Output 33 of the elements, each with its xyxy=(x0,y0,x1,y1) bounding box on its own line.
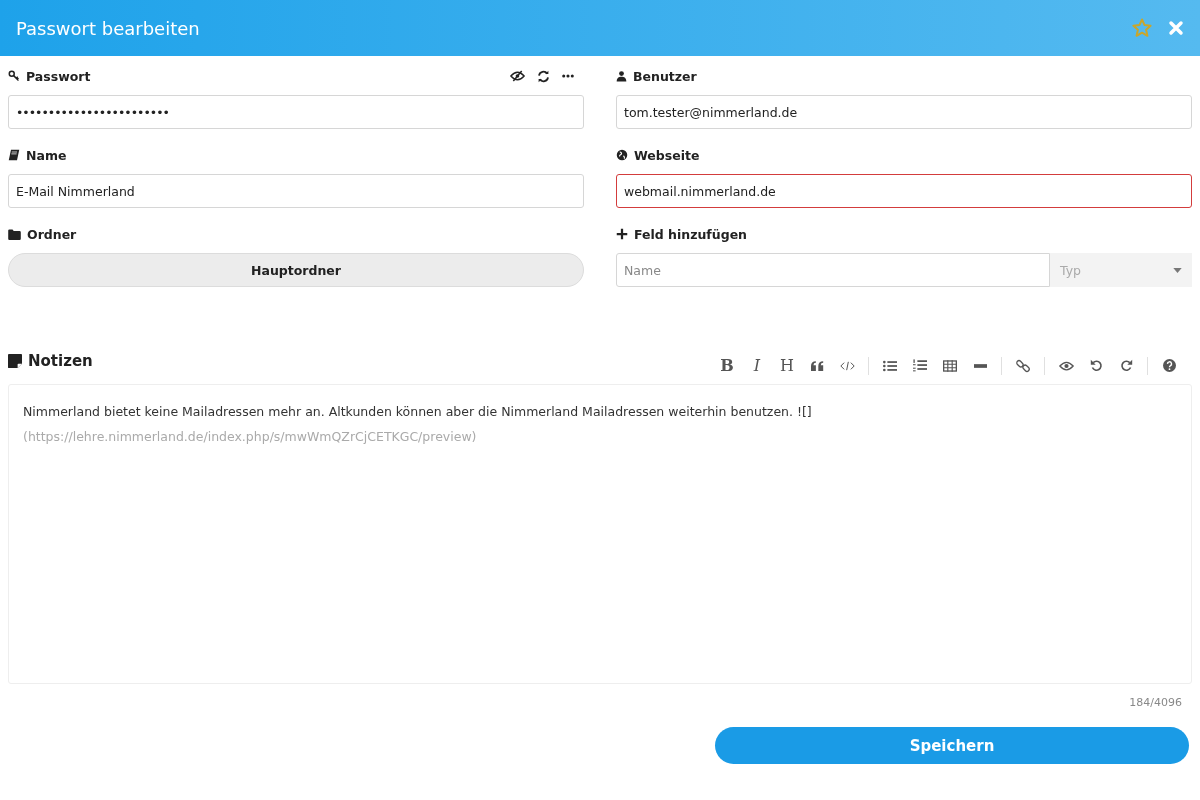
format-button[interactable]: B xyxy=(712,353,742,378)
format-button[interactable]: I xyxy=(742,353,772,378)
field-label: Name xyxy=(26,147,67,163)
note-icon xyxy=(8,354,22,368)
field-label: Benutzer xyxy=(633,68,697,84)
text-field[interactable]: E-Mail Nimmerland xyxy=(8,174,584,208)
key-icon xyxy=(8,70,20,82)
name-field[interactable]: Name xyxy=(616,253,1050,287)
more-icon[interactable] xyxy=(562,74,574,78)
password-field[interactable]: •••••••••••••••••••••••• xyxy=(8,95,584,129)
window-title: Passwort bearbeiten xyxy=(16,17,200,39)
markdown-link-text: (https://lehre.nimmerland.de/index.php/s/mwWmQZrCjCETKGC/preview) xyxy=(23,429,477,444)
user-icon xyxy=(616,70,627,82)
caret-icon xyxy=(1173,267,1182,273)
field-label: Passwort xyxy=(26,68,91,84)
field-label: Ordner xyxy=(27,226,77,242)
globe-icon xyxy=(616,149,628,161)
field-label: Feld hinzufügen xyxy=(634,226,747,242)
plus-icon xyxy=(616,228,628,240)
refresh-icon[interactable] xyxy=(537,69,550,83)
text-field[interactable]: tom.tester@nimmerland.de xyxy=(616,95,1192,129)
folder-icon xyxy=(8,228,21,240)
notes-editor[interactable]: Nimmerland bietet keine Mailadressen mehr an. Altkunden können aber die Nimmerland Mailadressen weiterhin benutzen. ![] (https://lehre.nimmerland.de/index.php/s/mwWmQZrCjCETKGC/preview) xyxy=(8,384,1192,684)
notes-text: Nimmerland bietet keine Mailadressen mehr an. Altkunden können aber die Nimmerland Mailadressen weiterhin benutzen. ![] xyxy=(23,404,812,419)
text-field[interactable]: webmail.nimmerland.de xyxy=(616,174,1192,208)
notes-label: Notizen xyxy=(28,352,93,370)
eye-slash-icon[interactable] xyxy=(510,70,525,82)
format-button[interactable]: H xyxy=(772,353,802,378)
star-icon[interactable] xyxy=(1132,18,1152,38)
folder-button[interactable]: Hauptordner xyxy=(8,253,584,287)
book-icon xyxy=(8,149,20,161)
field-label: Webseite xyxy=(634,147,700,163)
character-counter: 184/4096 xyxy=(1129,696,1182,709)
